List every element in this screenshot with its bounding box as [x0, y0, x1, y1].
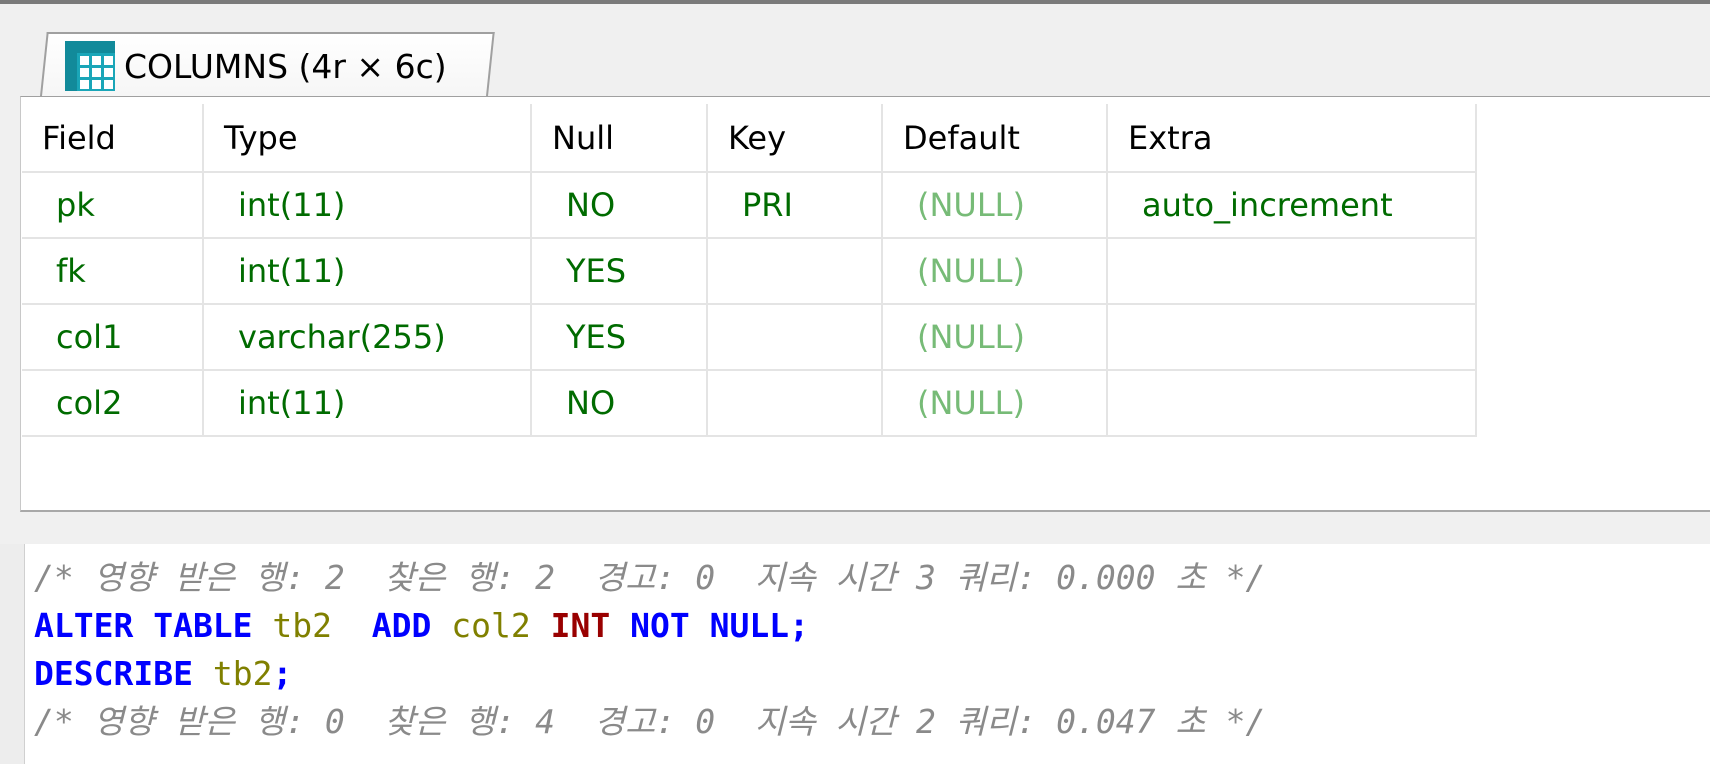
sql-table-name: tb2: [212, 654, 273, 693]
log-comment-line: /* 영향 받은 행: 2 찾은 행: 2 경고: 0 지속 시간 3 쿼리: …: [34, 558, 1266, 597]
result-tab-content[interactable]: COLUMNS (4r × 6c): [64, 38, 447, 94]
table-row[interactable]: pk int(11) NO PRI (NULL) auto_increment: [22, 171, 1477, 238]
cell-key[interactable]: [707, 303, 883, 370]
editor-gutter: [0, 544, 25, 764]
cell-extra[interactable]: [1107, 369, 1477, 437]
column-header-null[interactable]: Null: [531, 104, 708, 172]
window-top-border: [0, 0, 1710, 4]
cell-type[interactable]: int(11): [203, 237, 532, 304]
cell-field[interactable]: col1: [22, 303, 204, 370]
cell-default[interactable]: (NULL): [882, 369, 1108, 437]
column-header-key[interactable]: Key: [707, 104, 883, 172]
cell-extra[interactable]: [1107, 237, 1477, 304]
cell-key[interactable]: PRI: [707, 171, 883, 238]
cell-default[interactable]: (NULL): [882, 237, 1108, 304]
cell-null[interactable]: NO: [531, 171, 708, 238]
cell-key[interactable]: [707, 369, 883, 437]
sql-keyword: ALTER TABLE: [34, 606, 253, 645]
cell-null[interactable]: NO: [531, 369, 708, 437]
cell-default[interactable]: (NULL): [882, 303, 1108, 370]
sql-semicolon: ;: [789, 606, 809, 645]
cell-field[interactable]: pk: [22, 171, 204, 238]
log-comment-line: /* 영향 받은 행: 0 찾은 행: 4 경고: 0 지속 시간 2 쿼리: …: [34, 702, 1266, 741]
cell-null[interactable]: YES: [531, 237, 708, 304]
result-tab-label: COLUMNS (4r × 6c): [124, 46, 447, 86]
sql-describe-line[interactable]: DESCRIBE tb2;: [34, 650, 292, 698]
table-row[interactable]: col2 int(11) NO (NULL): [22, 369, 1477, 437]
sql-log-editor[interactable]: /* 영향 받은 행: 2 찾은 행: 2 경고: 0 지속 시간 3 쿼리: …: [0, 544, 1710, 764]
cell-extra[interactable]: [1107, 303, 1477, 370]
results-grid[interactable]: Field Type Null Key Default Extra pk int…: [22, 104, 1477, 437]
column-header-type[interactable]: Type: [203, 104, 532, 172]
column-header-field[interactable]: Field: [22, 104, 204, 172]
sql-table-name: tb2: [272, 606, 333, 645]
cell-null[interactable]: YES: [531, 303, 708, 370]
sql-semicolon: ;: [272, 654, 293, 693]
sql-keyword: DESCRIBE: [34, 654, 193, 693]
grid-header-row: Field Type Null Key Default Extra: [22, 104, 1477, 172]
table-row[interactable]: fk int(11) YES (NULL): [22, 237, 1477, 304]
cell-extra[interactable]: auto_increment: [1107, 171, 1477, 238]
cell-type[interactable]: int(11): [203, 369, 532, 437]
table-row[interactable]: col1 varchar(255) YES (NULL): [22, 303, 1477, 370]
sql-keyword: ADD: [371, 606, 432, 645]
table-grid-icon: [65, 41, 115, 91]
column-header-extra[interactable]: Extra: [1107, 104, 1477, 172]
sql-column-name: col2: [451, 606, 531, 645]
sql-keyword: NOT NULL: [630, 606, 790, 645]
cell-key[interactable]: [707, 237, 883, 304]
sql-datatype: INT: [550, 606, 611, 645]
column-header-default[interactable]: Default: [882, 104, 1108, 172]
cell-default[interactable]: (NULL): [882, 171, 1108, 238]
cell-field[interactable]: col2: [22, 369, 204, 437]
cell-type[interactable]: varchar(255): [203, 303, 532, 370]
sql-alter-line[interactable]: ALTER TABLE tb2 ADD col2 INT NOT NULL;: [34, 602, 809, 650]
cell-field[interactable]: fk: [22, 237, 204, 304]
cell-type[interactable]: int(11): [203, 171, 532, 238]
